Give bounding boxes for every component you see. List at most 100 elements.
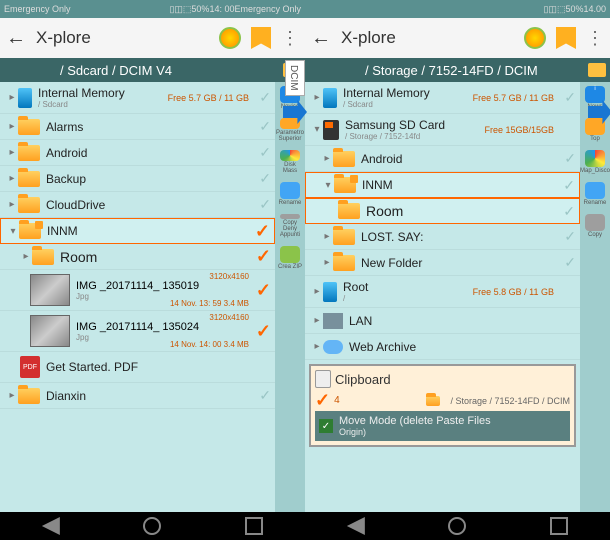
- web-archive-item[interactable]: ▸ Web Archive: [305, 334, 580, 360]
- time-text: 14.00: [583, 4, 606, 14]
- check-icon[interactable]: ✓: [259, 196, 271, 213]
- file-meta: 14 Nov. 14: 00 3.4 MB: [170, 340, 249, 349]
- breadcrumb-right[interactable]: / Storage / 7152-14FD / DCIM: [305, 58, 610, 82]
- shield-icon[interactable]: [219, 27, 241, 49]
- thumbnail: [30, 315, 70, 347]
- side-disk[interactable]: Disk Mass: [278, 150, 302, 174]
- menu-icon[interactable]: ⋮: [281, 28, 299, 49]
- content-left: ▸ Internal Memory / Sdcard Free 5.7 GB /…: [0, 82, 305, 512]
- check-icon[interactable]: ✓: [256, 321, 271, 342]
- nav-home[interactable]: [448, 517, 466, 535]
- file-img1[interactable]: IMG _20171114_ 135019 Jpg 3120x4160 14 N…: [0, 270, 275, 311]
- status-bar: ▯◫⬚ 50% 14.00: [305, 0, 610, 18]
- status-icons: ▯◫⬚: [169, 4, 191, 15]
- side-rename[interactable]: Rename: [583, 182, 607, 206]
- back-icon[interactable]: ←: [6, 27, 26, 50]
- breadcrumb-left[interactable]: / Sdcard / DCIM V4: [0, 58, 305, 82]
- file-dim: 3120x4160: [209, 313, 249, 322]
- nav-back[interactable]: [347, 517, 365, 535]
- check-icon[interactable]: ✓: [259, 144, 271, 161]
- back-icon[interactable]: ←: [311, 27, 331, 50]
- shield-icon[interactable]: [524, 27, 546, 49]
- file-list-right[interactable]: ▸ Internal Memory / Sdcard Free 5.7 GB /…: [305, 82, 580, 512]
- check-icon[interactable]: ✓: [563, 203, 575, 220]
- bookmark-icon[interactable]: [251, 27, 271, 49]
- file-name: IMG _20171114_ 135024: [76, 321, 269, 333]
- check-icon[interactable]: ✓: [256, 246, 271, 267]
- clipboard-panel[interactable]: Clipboard ✓ 4 / Storage / 7152-14FD / DC…: [309, 364, 576, 447]
- app-bar: ← X-plore ⋮: [0, 18, 305, 58]
- carrier-text: Emergency Only: [4, 4, 169, 14]
- device-icon: [18, 88, 32, 108]
- sd-card-item[interactable]: ▾ Samsung SD Card / Storage / 7152-14fd …: [305, 114, 580, 146]
- move-mode-row[interactable]: ✓ Move Mode (delete Paste Files Origin): [315, 411, 570, 441]
- vert-tab[interactable]: DCIM: [285, 60, 305, 96]
- bookmark-icon[interactable]: [556, 27, 576, 49]
- file-img2[interactable]: IMG _20171114_ 135024 Jpg 3120x4160 14 N…: [0, 311, 275, 352]
- folder-clouddrive[interactable]: ▸ CloudDrive ✓: [0, 192, 275, 218]
- clipboard-header: Clipboard: [315, 370, 570, 388]
- folder-backup[interactable]: ▸ Backup ✓: [0, 166, 275, 192]
- folder-icon: [18, 171, 40, 187]
- folder-icon: [333, 255, 355, 271]
- lan-icon: [323, 313, 343, 329]
- check-icon[interactable]: ✓: [564, 254, 576, 271]
- folder-android[interactable]: ▸ Android ✓: [305, 146, 580, 172]
- side-rename[interactable]: Rename: [278, 182, 302, 206]
- nav-recent[interactable]: [245, 517, 263, 535]
- app-title: X-plore: [36, 28, 209, 48]
- folder-alarms[interactable]: ▸ Alarms ✓: [0, 114, 275, 140]
- item-free: Free 5.7 GB / 11 GB: [168, 93, 249, 103]
- internal-memory-item[interactable]: ▸ Internal Memory / Sdcard Free 5.7 GB /…: [0, 82, 275, 114]
- folder-room[interactable]: ▸ Room ✓: [0, 244, 275, 270]
- check-icon[interactable]: ✓: [255, 221, 270, 242]
- check-icon[interactable]: ✓: [259, 387, 271, 404]
- lan-item[interactable]: ▸ LAN: [305, 308, 580, 334]
- folder-dianxin[interactable]: ▸ Dianxin ✓: [0, 383, 275, 409]
- checkbox-icon[interactable]: ✓: [319, 419, 333, 433]
- right-panel: ▯◫⬚ 50% 14.00 ← X-plore ⋮ / Storage / 71…: [305, 0, 610, 540]
- menu-icon[interactable]: ⋮: [586, 28, 604, 49]
- internal-memory-item[interactable]: ▸ Internal Memory / Sdcard Free 5.7 GB /…: [305, 82, 580, 114]
- nav-recent[interactable]: [550, 517, 568, 535]
- thumbnail: [30, 274, 70, 306]
- check-icon[interactable]: ✓: [563, 177, 575, 194]
- folder-innm[interactable]: ▾ INNM ✓: [305, 172, 580, 198]
- folder-icon: [333, 151, 355, 167]
- folder-lostsay[interactable]: ▸ LOST. SAY: ✓: [305, 224, 580, 250]
- nav-back[interactable]: [42, 517, 60, 535]
- folder-icon: [18, 388, 40, 404]
- nav-home[interactable]: [143, 517, 161, 535]
- check-icon[interactable]: ✓: [564, 89, 576, 106]
- carrier-extra: Emergency Only: [234, 4, 301, 14]
- check-icon[interactable]: ✓: [256, 280, 271, 301]
- battery-text: 50%: [191, 4, 209, 14]
- clipboard-icon: [315, 370, 331, 388]
- folder-icon: [426, 396, 440, 406]
- file-dim: 3120x4160: [209, 272, 249, 281]
- pdf-icon: PDF: [20, 356, 40, 378]
- check-icon[interactable]: ✓: [259, 118, 271, 135]
- status-bar: Emergency Only ▯◫⬚ 50% 14: 00 Emergency …: [0, 0, 305, 18]
- folder-innm[interactable]: ▾ INNM ✓: [0, 218, 275, 244]
- check-icon[interactable]: ✓: [564, 228, 576, 245]
- file-pdf[interactable]: PDF Get Started. PDF: [0, 352, 275, 383]
- check-icon[interactable]: ✓: [564, 150, 576, 167]
- folder-icon: [338, 203, 360, 219]
- file-list-left[interactable]: ▸ Internal Memory / Sdcard Free 5.7 GB /…: [0, 82, 275, 512]
- battery-text: 50%: [565, 4, 583, 14]
- folder-android[interactable]: ▸ Android ✓: [0, 140, 275, 166]
- side-crea[interactable]: Crea ZIP: [278, 246, 302, 270]
- folder-room[interactable]: Room ✓: [305, 198, 580, 224]
- check-icon[interactable]: ✓: [259, 170, 271, 187]
- folder-icon: [588, 63, 606, 77]
- side-copy[interactable]: Copy: [583, 214, 607, 238]
- tree-toggle[interactable]: ▸: [6, 92, 18, 103]
- check-icon[interactable]: ✓: [259, 89, 271, 106]
- root-item[interactable]: ▸ Root / Free 5.8 GB / 11 GB: [305, 276, 580, 308]
- side-copy[interactable]: Copy Deny Appunti: [278, 214, 302, 238]
- cloud-icon: [323, 340, 343, 354]
- folder-newfolder[interactable]: ▸ New Folder ✓: [305, 250, 580, 276]
- side-toolbar-left: iNovice Parametro Superior Disk Mass Ren…: [275, 82, 305, 512]
- side-map[interactable]: Map_Disco: [583, 150, 607, 174]
